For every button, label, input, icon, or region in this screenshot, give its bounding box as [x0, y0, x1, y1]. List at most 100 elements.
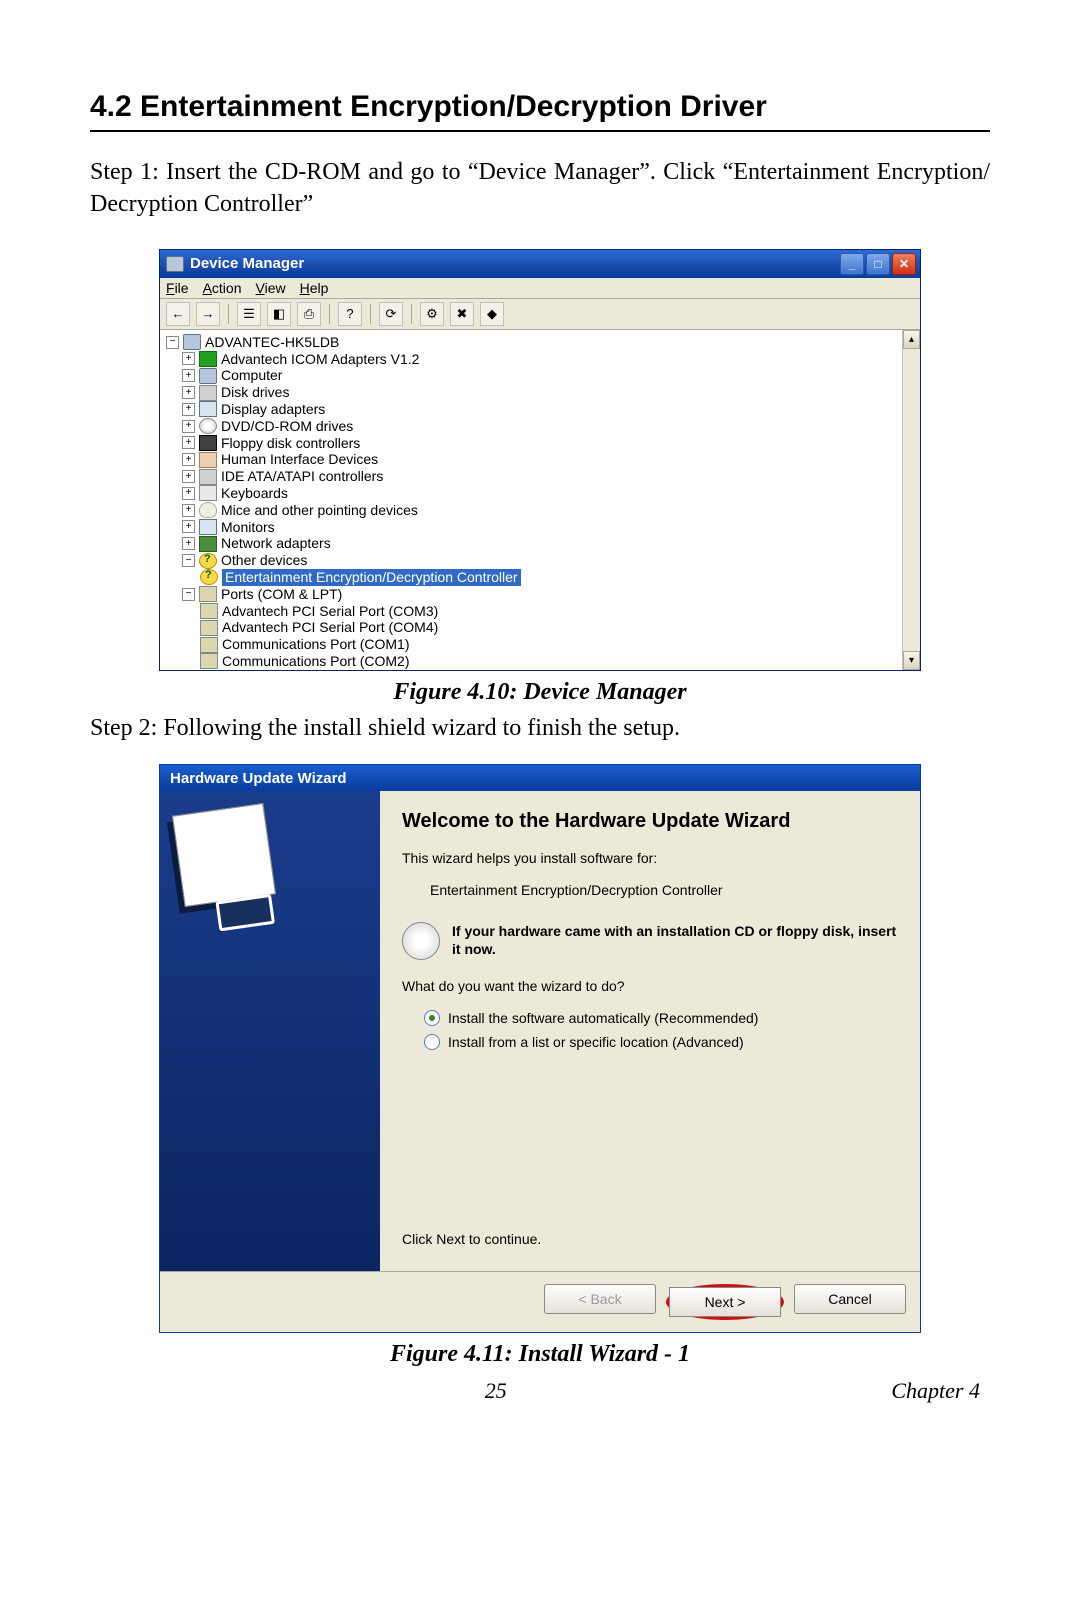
menu-help[interactable]: Help	[300, 280, 329, 296]
device-category-icon	[199, 435, 217, 451]
tree-node-label: Display adapters	[221, 401, 325, 418]
expand-icon[interactable]: +	[182, 403, 195, 416]
tree-node-label: Network adapters	[221, 535, 331, 552]
toolbar-icon[interactable]: ☰	[237, 302, 261, 326]
tree-child[interactable]: Advantech PCI Serial Port (COM4)	[200, 619, 898, 636]
install-graphic-icon	[172, 803, 276, 907]
device-category-icon	[199, 401, 217, 417]
maximize-button[interactable]: □	[866, 253, 890, 275]
help-icon[interactable]: ?	[338, 302, 362, 326]
tree-node[interactable]: + Computer	[182, 367, 898, 384]
tree-node[interactable]: +Floppy disk controllers	[182, 435, 898, 452]
scrollbar[interactable]: ▴ ▾	[902, 330, 920, 670]
minimize-button[interactable]: _	[840, 253, 864, 275]
collapse-icon[interactable]: −	[182, 588, 195, 601]
devmgr-menubar[interactable]: File Action View Help	[160, 278, 920, 299]
expand-icon[interactable]: +	[182, 537, 195, 550]
collapse-icon[interactable]: −	[166, 336, 179, 349]
tree-node-label: Disk drives	[221, 384, 289, 401]
print-icon[interactable]: ⎙	[297, 302, 321, 326]
wizard-button-bar: < Back Next > Cancel	[160, 1271, 920, 1332]
expand-icon[interactable]: +	[182, 453, 195, 466]
highlight-circle: Next >	[666, 1284, 784, 1320]
expand-icon[interactable]: −	[182, 554, 195, 567]
tree-root[interactable]: − ADVANTEC-HK5LDB	[166, 334, 898, 351]
tree-node[interactable]: +Advantech ICOM Adapters V1.2	[182, 351, 898, 368]
tree-node-label: Computer	[221, 367, 282, 384]
tree-node[interactable]: +Monitors	[182, 519, 898, 536]
port-icon	[200, 637, 218, 653]
port-label: Advantech PCI Serial Port (COM4)	[222, 619, 438, 636]
tree-child[interactable]: Communications Port (COM1)	[200, 636, 898, 653]
port-label: Communications Port (COM2)	[222, 653, 410, 670]
tree-node-ports[interactable]: − Ports (COM & LPT)	[182, 586, 898, 603]
device-category-icon	[199, 385, 217, 401]
expand-icon[interactable]: +	[182, 369, 195, 382]
device-category-icon	[199, 502, 217, 518]
nav-back-icon[interactable]: ←	[166, 302, 190, 326]
computer-icon	[183, 334, 201, 350]
cancel-button[interactable]: Cancel	[794, 1284, 906, 1314]
properties-icon[interactable]: ◧	[267, 302, 291, 326]
tree-child[interactable]: Communications Port (COM2)	[200, 653, 898, 670]
step1-text: Step 1: Insert the CD-ROM and go to “Dev…	[90, 156, 990, 221]
tree-node[interactable]: + Display adapters	[182, 401, 898, 418]
expand-icon[interactable]: +	[182, 520, 195, 533]
tree-node[interactable]: −Other devices	[182, 552, 898, 569]
devmgr-titlebar[interactable]: Device Manager _ □ ✕	[160, 250, 920, 278]
expand-icon[interactable]: +	[182, 420, 195, 433]
section-heading: 4.2 Entertainment Encryption/Decryption …	[90, 90, 990, 124]
devmgr-title: Device Manager	[190, 255, 840, 272]
expand-icon[interactable]: +	[182, 504, 195, 517]
figure-caption-2: Figure 4.11: Install Wizard - 1	[90, 1341, 990, 1368]
expand-icon[interactable]: +	[182, 352, 195, 365]
tree-child-selected[interactable]: Entertainment Encryption/Decryption Cont…	[200, 569, 898, 586]
ports-label: Ports (COM & LPT)	[221, 586, 342, 603]
port-icon	[200, 603, 218, 619]
expand-icon[interactable]: +	[182, 436, 195, 449]
wizard-prompt: What do you want the wizard to do?	[402, 978, 898, 994]
wizard-title: Hardware Update Wizard	[170, 770, 347, 787]
tree-node[interactable]: + IDE ATA/ATAPI controllers	[182, 468, 898, 485]
scan-icon[interactable]: ⚙	[420, 302, 444, 326]
close-button[interactable]: ✕	[892, 253, 916, 275]
tree-child[interactable]: Advantech PCI Serial Port (COM3)	[200, 603, 898, 620]
menu-view[interactable]: View	[256, 280, 286, 296]
port-icon	[200, 620, 218, 636]
expand-icon[interactable]: +	[182, 487, 195, 500]
scroll-down-icon[interactable]: ▾	[903, 651, 920, 670]
disable-icon[interactable]: ✖	[450, 302, 474, 326]
menu-file[interactable]: File	[166, 280, 189, 296]
device-category-icon	[199, 485, 217, 501]
device-category-icon	[199, 536, 217, 552]
nav-forward-icon[interactable]: →	[196, 302, 220, 326]
tree-node-label: Mice and other pointing devices	[221, 502, 418, 519]
next-button[interactable]: Next >	[669, 1287, 781, 1317]
radio-auto[interactable]: Install the software automatically (Reco…	[424, 1010, 898, 1026]
radio-auto-label: Install the software automatically (Reco…	[448, 1010, 758, 1026]
device-tree[interactable]: − ADVANTEC-HK5LDB +Advantech ICOM Adapte…	[160, 330, 902, 670]
expand-icon[interactable]: +	[182, 470, 195, 483]
cd-icon	[402, 922, 440, 960]
menu-action[interactable]: Action	[203, 280, 242, 296]
tree-node[interactable]: +Keyboards	[182, 485, 898, 502]
device-category-icon	[199, 418, 217, 434]
selected-device-label: Entertainment Encryption/Decryption Cont…	[222, 569, 521, 586]
tree-node-label: DVD/CD-ROM drives	[221, 418, 353, 435]
tree-node[interactable]: + Disk drives	[182, 384, 898, 401]
device-category-icon	[199, 519, 217, 535]
tree-node-label: IDE ATA/ATAPI controllers	[221, 468, 383, 485]
tree-node[interactable]: + Mice and other pointing devices	[182, 502, 898, 519]
tree-node[interactable]: + DVD/CD-ROM drives	[182, 418, 898, 435]
tree-node[interactable]: +Human Interface Devices	[182, 451, 898, 468]
radio-icon[interactable]	[424, 1010, 440, 1026]
devmgr-toolbar: ← → ☰ ◧ ⎙ ? ⟳ ⚙ ✖ ◆	[160, 299, 920, 330]
wizard-titlebar[interactable]: Hardware Update Wizard	[160, 765, 920, 791]
radio-icon[interactable]	[424, 1034, 440, 1050]
refresh-icon[interactable]: ⟳	[379, 302, 403, 326]
expand-icon[interactable]: +	[182, 386, 195, 399]
uninstall-icon[interactable]: ◆	[480, 302, 504, 326]
tree-node[interactable]: + Network adapters	[182, 535, 898, 552]
radio-list[interactable]: Install from a list or specific location…	[424, 1034, 898, 1050]
scroll-up-icon[interactable]: ▴	[903, 330, 920, 349]
